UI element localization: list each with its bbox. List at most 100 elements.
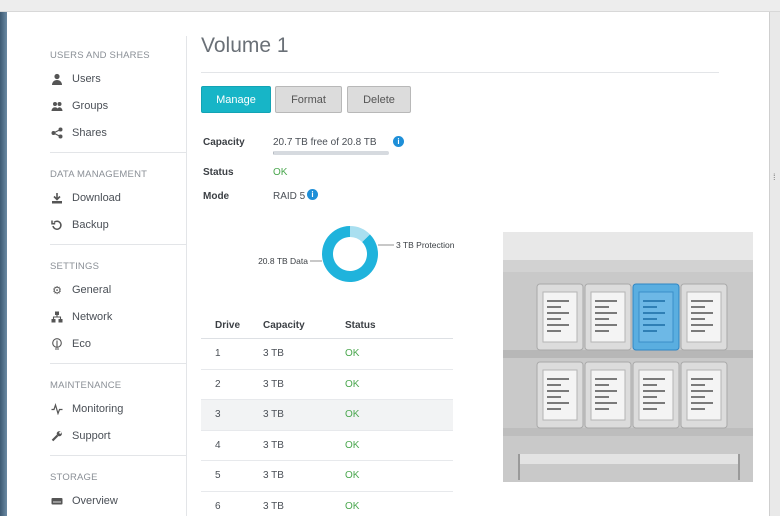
drive-label-text-line (643, 306, 657, 308)
drive-label-text-line (643, 396, 657, 398)
drive-label-text-line (691, 408, 705, 410)
sidebar-item-general[interactable]: ⚙ General (50, 280, 111, 300)
drive-bay-1[interactable] (536, 283, 584, 351)
sidebar-item-monitoring[interactable]: Monitoring (50, 399, 123, 419)
page-title: Volume 1 (201, 34, 289, 57)
drive-label-text-line (547, 408, 561, 410)
mode-value: RAID 5 (273, 191, 306, 202)
sidebar-divider (50, 244, 186, 245)
drive-bay-8[interactable] (680, 361, 728, 429)
drive-bay-6[interactable] (584, 361, 632, 429)
drive-bay-4[interactable] (680, 283, 728, 351)
capacity-value: 20.7 TB free of 20.8 TB (273, 137, 377, 148)
delete-button[interactable]: Delete (347, 86, 411, 113)
sidebar-item-overview[interactable]: Overview (50, 491, 118, 511)
drive-label-text-line (691, 378, 713, 380)
window-titlebar (0, 0, 780, 12)
section-title-maintenance: MAINTENANCE (50, 380, 122, 391)
table-row[interactable]: 2 3 TB OK (201, 370, 453, 400)
resize-grip-icon[interactable]: ⁞ (773, 172, 776, 182)
drive-label-text-line (595, 300, 617, 302)
mode-label: Mode (203, 191, 230, 202)
drive-label-text-line (595, 378, 617, 380)
sidebar-item-groups[interactable]: Groups (50, 96, 108, 116)
user-icon (50, 72, 64, 86)
section-title-settings: SETTINGS (50, 261, 100, 272)
sidebar-item-users[interactable]: Users (50, 69, 101, 89)
drive-label-text-line (691, 384, 705, 386)
drive-label-text-line (691, 300, 713, 302)
drive-table: Drive Capacity Status 1 3 TB OK 2 3 TB O… (201, 312, 453, 516)
drive-bay-7[interactable] (632, 361, 680, 429)
sidebar-separator (186, 36, 187, 516)
pulse-icon (50, 402, 64, 416)
drive-label-text-line (595, 396, 609, 398)
drive-label-text-line (691, 390, 713, 392)
drive-label-text-line (547, 306, 561, 308)
title-divider (201, 72, 719, 73)
drive-label-text-line (547, 300, 569, 302)
sidebar-divider (50, 363, 186, 364)
table-row[interactable]: 3 3 TB OK (201, 400, 453, 431)
drive-label-text-line (643, 318, 657, 320)
sidebar-item-support[interactable]: Support (50, 426, 111, 446)
section-title-users-shares: USERS AND SHARES (50, 50, 150, 61)
drive-label-plate (638, 369, 674, 421)
drive-label-text-line (595, 402, 617, 404)
table-row[interactable]: 1 3 TB OK (201, 339, 453, 370)
drive-label-text-line (691, 402, 713, 404)
drive-label-text-line (643, 390, 665, 392)
col-capacity: Capacity (263, 319, 305, 331)
table-row[interactable]: 5 3 TB OK (201, 461, 453, 492)
window-scrollbar[interactable]: ⁞ (769, 12, 780, 516)
drive-label-text-line (547, 318, 561, 320)
drive-label-plate (686, 369, 722, 421)
drive-label-text-line (643, 408, 657, 410)
sidebar: USERS AND SHARES Users Groups Shares DAT… (7, 12, 187, 516)
sidebar-item-shares[interactable]: Shares (50, 123, 107, 143)
drive-bay-5[interactable] (536, 361, 584, 429)
sidebar-item-download[interactable]: Download (50, 188, 121, 208)
drive-label-text-line (691, 318, 705, 320)
drive-label-text-line (691, 306, 705, 308)
drive-label-text-line (643, 312, 665, 314)
drive-label-text-line (547, 390, 569, 392)
drive-label-plate (590, 369, 626, 421)
drive-label-text-line (643, 300, 665, 302)
drive-label-text-line (595, 390, 617, 392)
drive-label-text-line (643, 324, 665, 326)
drive-label-text-line (595, 312, 617, 314)
drive-label-text-line (547, 324, 569, 326)
drive-label-text-line (643, 330, 657, 332)
sidebar-item-network[interactable]: Network (50, 307, 112, 327)
drive-label-text-line (595, 330, 609, 332)
table-row[interactable]: 6 3 TB OK (201, 492, 453, 516)
donut-data-label: 20.8 TB Data (258, 256, 308, 266)
mode-info-icon[interactable]: i (307, 189, 318, 200)
sidebar-divider (50, 152, 186, 153)
drive-label-plate (542, 291, 578, 343)
download-icon (50, 191, 64, 205)
drive-bay-3[interactable] (632, 283, 680, 351)
table-row[interactable]: 4 3 TB OK (201, 431, 453, 461)
drive-bay-2[interactable] (584, 283, 632, 351)
drive-label-text-line (547, 378, 569, 380)
donut-protection-label: 3 TB Protection (396, 240, 455, 250)
format-button[interactable]: Format (275, 86, 342, 113)
capacity-bar (273, 151, 389, 155)
wrench-icon (50, 429, 64, 443)
drive-label-text-line (547, 330, 561, 332)
groups-icon (50, 99, 64, 113)
drive-label-plate (542, 369, 578, 421)
section-title-data-management: DATA MANAGEMENT (50, 169, 148, 180)
sidebar-item-backup[interactable]: Backup (50, 215, 109, 235)
capacity-info-icon[interactable]: i (393, 136, 404, 147)
nas-enclosure-image (503, 232, 753, 482)
manage-button[interactable]: Manage (201, 86, 271, 113)
drive-label-text-line (691, 330, 705, 332)
sidebar-item-eco[interactable]: Eco (50, 334, 91, 354)
eco-icon (50, 337, 64, 351)
drive-label-text-line (643, 384, 657, 386)
drive-label-text-line (547, 396, 561, 398)
app-content: USERS AND SHARES Users Groups Shares DAT… (7, 12, 769, 516)
